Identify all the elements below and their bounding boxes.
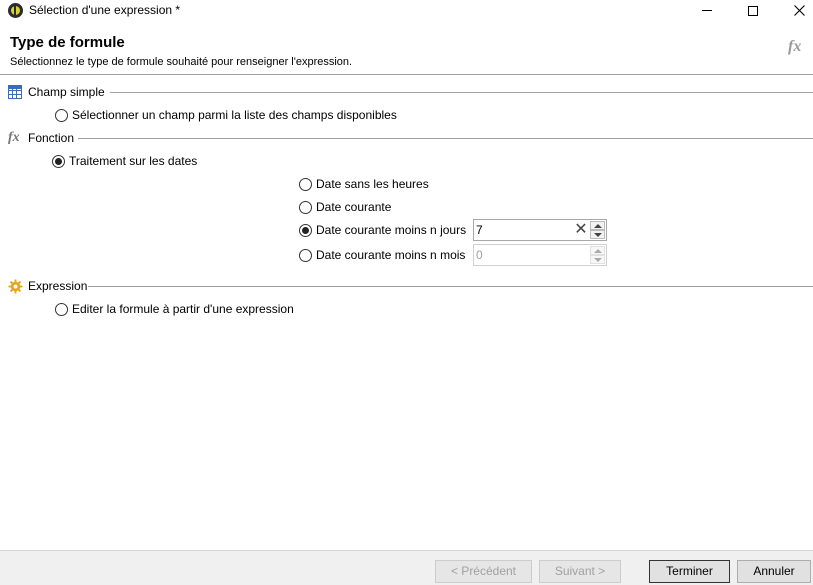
- section-divider: [78, 138, 813, 139]
- radio-label: Sélectionner un champ parmi la liste des…: [72, 108, 397, 122]
- maximize-button[interactable]: [730, 0, 776, 21]
- fx-icon: fx: [8, 130, 20, 145]
- gear-icon: [8, 279, 23, 294]
- maximize-icon: [748, 5, 758, 16]
- spin-up-icon[interactable]: [590, 221, 605, 230]
- minimize-icon: [702, 10, 712, 11]
- previous-button[interactable]: < Précédent: [435, 560, 532, 583]
- days-spinner[interactable]: [590, 221, 605, 239]
- radio-button[interactable]: [55, 109, 68, 122]
- radio-label: Date courante moins n jours: [316, 223, 467, 237]
- window-titlebar: Sélection d'une expression *: [0, 0, 813, 21]
- radio-label: Date courante moins n mois: [316, 248, 466, 262]
- months-spinner: [590, 246, 605, 264]
- radio-label: Date courante: [316, 200, 392, 214]
- radio-button[interactable]: [52, 155, 65, 168]
- days-stepper[interactable]: 7 ✕: [473, 219, 607, 241]
- radio-label: Date sans les heures: [316, 177, 429, 191]
- app-logo-icon: [8, 3, 23, 18]
- spin-down-icon[interactable]: [590, 230, 605, 239]
- radio-label: Editer la formule à partir d'une express…: [72, 302, 294, 316]
- page-subtitle: Sélectionnez le type de formule souhaité…: [10, 56, 353, 68]
- radio-button[interactable]: [299, 201, 312, 214]
- clear-icon[interactable]: ✕: [574, 222, 588, 238]
- section-champ-simple: Champ simple: [8, 84, 813, 100]
- section-fonction: fx Fonction: [8, 130, 813, 146]
- wizard-header: Type de formule Sélectionnez le type de …: [0, 28, 813, 72]
- minimize-button[interactable]: [684, 0, 730, 21]
- radio-button[interactable]: [299, 178, 312, 191]
- wizard-footer: < Précédent Suivant > Terminer Annuler: [0, 550, 813, 585]
- finish-button[interactable]: Terminer: [649, 560, 730, 583]
- window-title: Sélection d'une expression *: [29, 3, 181, 17]
- fx-icon: fx: [788, 38, 802, 55]
- spin-down-icon: [590, 255, 605, 264]
- months-value: 0: [476, 248, 483, 262]
- close-icon: [793, 5, 805, 16]
- section-label: Fonction: [28, 131, 75, 145]
- section-divider: [88, 286, 813, 287]
- header-divider: [0, 74, 813, 75]
- page-title: Type de formule: [10, 34, 125, 51]
- cancel-button[interactable]: Annuler: [737, 560, 811, 583]
- section-label: Expression: [28, 279, 88, 293]
- months-stepper: 0: [473, 244, 607, 266]
- section-divider: [110, 92, 813, 93]
- radio-button[interactable]: [55, 303, 68, 316]
- grid-icon: [8, 85, 22, 99]
- spin-up-icon: [590, 246, 605, 255]
- days-value[interactable]: 7: [476, 223, 483, 237]
- next-button[interactable]: Suivant >: [539, 560, 621, 583]
- section-label: Champ simple: [28, 85, 105, 99]
- section-expression: Expression: [8, 278, 813, 294]
- radio-button[interactable]: [299, 249, 312, 262]
- radio-button[interactable]: [299, 224, 312, 237]
- close-button[interactable]: [776, 0, 813, 21]
- radio-label: Traitement sur les dates: [69, 154, 198, 168]
